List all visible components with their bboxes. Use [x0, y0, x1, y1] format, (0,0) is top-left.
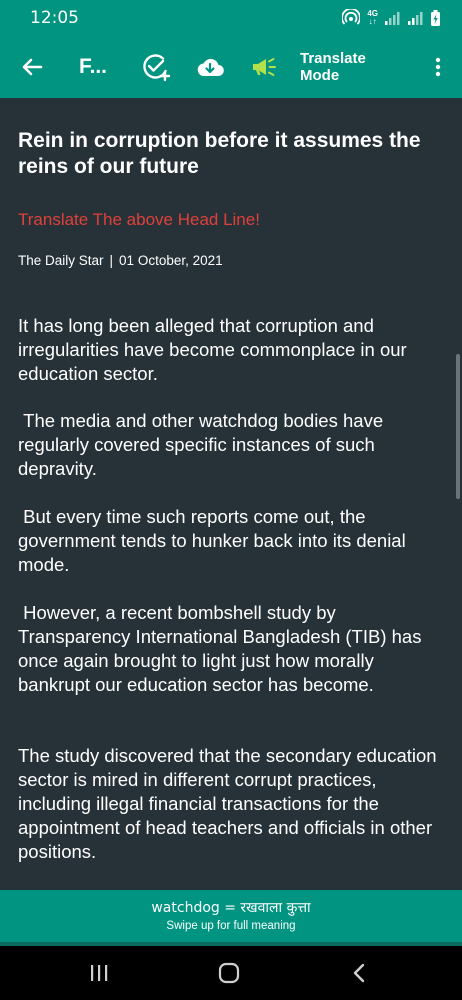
article-paragraph[interactable]: The media and other watchdog bodies have…: [18, 409, 448, 481]
more-options-button[interactable]: [424, 36, 452, 98]
recent-apps-button[interactable]: [64, 946, 134, 1000]
mark-learned-button[interactable]: [136, 36, 176, 98]
publish-date: 01 October, 2021: [119, 253, 223, 268]
translate-mode-button[interactable]: Translate Mode: [300, 36, 408, 98]
hotspot-icon: [342, 9, 361, 25]
word-meaning: watchdog = रखवाला कुत्ता: [151, 900, 311, 916]
arrow-back-icon: [22, 58, 43, 76]
app-toolbar: F... Translate Mode: [0, 36, 462, 98]
cloud-download-icon: [197, 58, 224, 77]
home-button[interactable]: [194, 946, 264, 1000]
status-time: 12:05: [30, 8, 79, 28]
download-button[interactable]: [190, 36, 230, 98]
recents-icon: [91, 965, 108, 981]
system-nav-bar: [0, 946, 462, 1000]
article-paragraph[interactable]: But every time such reports come out, th…: [18, 505, 448, 577]
article-source-line: The Daily Star | 01 October, 2021: [18, 253, 223, 268]
chevron-left-icon: [353, 963, 365, 983]
toolbar-title[interactable]: F...: [68, 36, 118, 98]
announce-button[interactable]: [244, 36, 284, 98]
check-circle-add-icon: [143, 54, 171, 82]
article-paragraph[interactable]: The study discovered that the secondary …: [18, 744, 448, 864]
source-separator: |: [109, 253, 114, 268]
scrollbar-thumb[interactable]: [456, 354, 460, 499]
more-vert-icon: [435, 57, 441, 77]
signal-icon-1: [385, 12, 400, 25]
article-paragraph[interactable]: However, a recent bombshell study by Tra…: [18, 601, 448, 697]
back-nav-button[interactable]: [324, 946, 394, 1000]
battery-charging-icon: [431, 10, 440, 26]
article-paragraph[interactable]: It has long been alleged that corruption…: [18, 314, 448, 386]
swipe-hint: Swipe up for full meaning: [166, 920, 296, 932]
back-button[interactable]: [12, 36, 52, 98]
home-icon: [218, 962, 240, 984]
status-bar: 12:05 4G ↓↑: [0, 0, 462, 36]
signal-icon-2: [408, 12, 423, 25]
status-icons: 4G ↓↑: [342, 9, 440, 27]
article-content[interactable]: Rein in corruption before it assumes the…: [0, 98, 462, 890]
translate-headline-link[interactable]: Translate The above Head Line!: [18, 210, 260, 230]
article-headline[interactable]: Rein in corruption before it assumes the…: [18, 128, 438, 180]
megaphone-icon: [253, 58, 276, 76]
source-name: The Daily Star: [18, 253, 104, 268]
word-meaning-bar[interactable]: watchdog = रखवाला कुत्ता Swipe up for fu…: [0, 890, 462, 946]
network-type: 4G ↓↑: [367, 9, 378, 26]
